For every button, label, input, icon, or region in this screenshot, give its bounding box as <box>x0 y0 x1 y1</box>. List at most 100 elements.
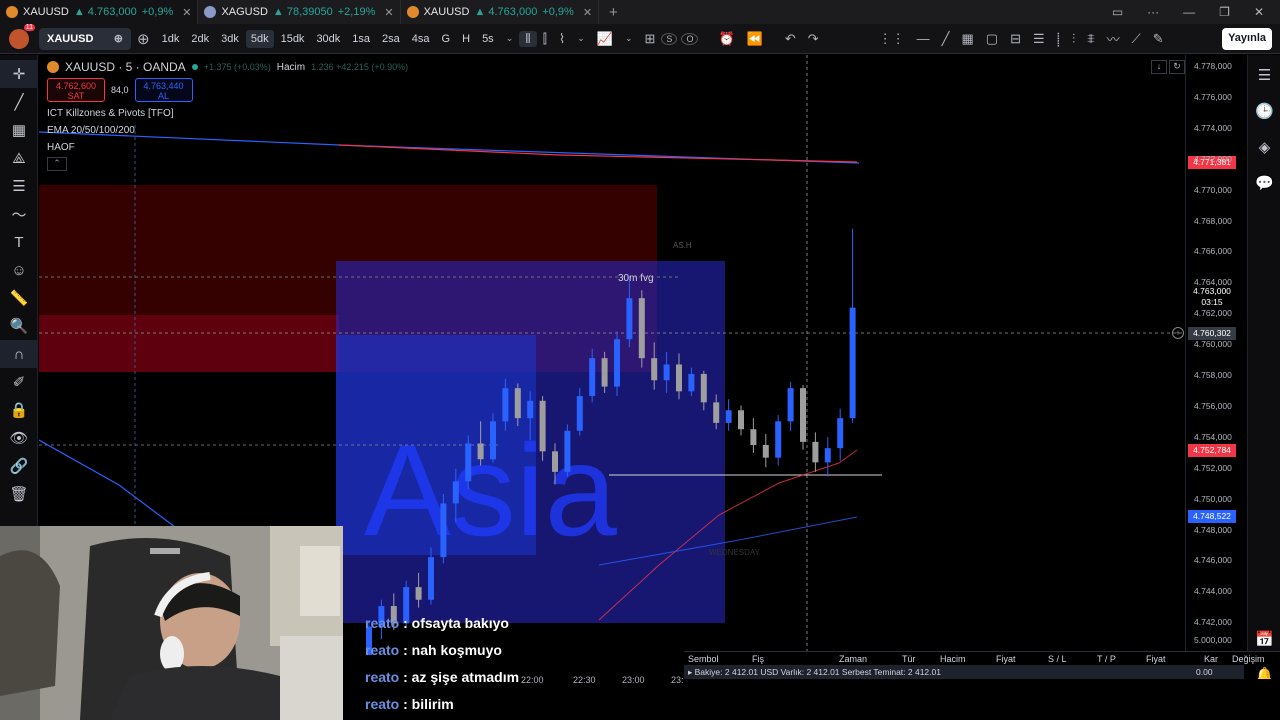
close-tab-icon[interactable]: ✕ <box>583 6 592 19</box>
header-volume[interactable]: Hacim <box>940 654 966 664</box>
collapse-legend-icon[interactable]: ⌃ <box>47 157 67 171</box>
vertical-line-icon[interactable]: ⸽ <box>1051 30 1066 48</box>
chevron-down-icon[interactable]: ⌄ <box>619 33 639 44</box>
alerts-clock-icon[interactable]: 🕒 <box>1248 93 1280 129</box>
crosshair-plus-icon[interactable]: + <box>1172 327 1184 339</box>
header-time[interactable]: Zaman <box>839 654 867 664</box>
trash-icon[interactable]: 🗑 <box>0 480 38 508</box>
line-chart-type-icon[interactable]: ⌇ <box>553 31 571 47</box>
grid-icon[interactable]: ▦ <box>955 31 979 47</box>
pattern-icon[interactable]: ⟁ <box>0 144 38 172</box>
layers-icon[interactable]: ◈ <box>1248 129 1280 165</box>
close-tab-icon[interactable]: ✕ <box>384 6 393 19</box>
header-sl[interactable]: S / L <box>1048 654 1067 664</box>
header-type[interactable]: Tür <box>902 654 916 664</box>
timeframe-h[interactable]: H <box>457 30 475 48</box>
path-icon[interactable]: 〰 <box>1101 29 1126 48</box>
header-tp[interactable]: T / P <box>1097 654 1116 664</box>
fib-icon[interactable]: ⊟ <box>1004 31 1027 47</box>
chat-icon[interactable]: 💬 <box>1248 165 1280 201</box>
lock-icon[interactable]: 🔒 <box>0 396 38 424</box>
close-window-icon[interactable]: ✕ <box>1254 5 1264 19</box>
price-axis[interactable]: 4.771,381 4.763,000 03:15 4.760,302 4.75… <box>1185 55 1247 655</box>
scroll-to-latest-icon[interactable]: ↓ <box>1151 60 1167 74</box>
crosshair-icon[interactable]: ✛ <box>0 60 38 88</box>
more-icon[interactable]: ··· <box>1147 5 1159 19</box>
alert-icon[interactable]: ⏰ <box>712 31 740 47</box>
draw-mode-icon[interactable]: ✐ <box>0 368 38 396</box>
prediction-icon[interactable]: ☰ <box>0 172 38 200</box>
header-symbol[interactable]: Sembol <box>688 654 719 664</box>
timeframe-3dk[interactable]: 3dk <box>216 30 244 48</box>
timeframe-5dk[interactable]: 5dk <box>245 29 274 48</box>
header-profit[interactable]: Kar <box>1204 654 1218 664</box>
timeframe-4sa[interactable]: 4sa <box>407 30 435 48</box>
indicator-ema[interactable]: EMA 20/50/100/200 <box>47 125 408 136</box>
sell-button[interactable]: 4.762,600 SAT <box>47 78 105 102</box>
fib-grid-icon[interactable]: ▦ <box>0 116 38 144</box>
browser-tab-xagusd[interactable]: XAGUSD ▲ 78,39050 +2,19% ✕ <box>198 0 401 24</box>
horizontal-line-icon[interactable]: — <box>911 31 936 46</box>
header-change[interactable]: Değişim <box>1232 654 1265 664</box>
magnet-icon[interactable]: ∩ <box>0 340 38 368</box>
chevron-down-icon[interactable]: ⌄ <box>571 33 591 44</box>
s-toggle-button[interactable]: S <box>661 32 678 45</box>
indicator-ict-killzones[interactable]: ICT Killzones & Pivots [TFO] <box>47 108 408 119</box>
emoji-icon[interactable]: ☺ <box>0 256 38 284</box>
redo-icon[interactable]: ↷ <box>802 31 825 47</box>
pitchfork-icon[interactable]: ⫶ <box>1066 31 1081 47</box>
compare-symbol-icon[interactable]: ⊕ <box>114 32 123 45</box>
reset-chart-icon[interactable]: ↻ <box>1169 60 1185 74</box>
legend-title[interactable]: XAUUSD · 5 · OANDA <box>65 60 186 74</box>
expand-icon[interactable]: ▸ <box>688 667 695 677</box>
timeframe-1sa[interactable]: 1sa <box>347 30 375 48</box>
measure-icon[interactable]: 📏 <box>0 284 38 312</box>
timeframe-g[interactable]: G <box>437 30 456 48</box>
text-icon[interactable]: T <box>0 228 38 256</box>
avatar[interactable]: 11 <box>9 23 35 49</box>
link-icon[interactable]: 🔗 <box>0 452 38 480</box>
header-price[interactable]: Fiyat <box>996 654 1016 664</box>
candles-chart-type-icon[interactable]: ⫴ <box>519 30 537 47</box>
rectangle-icon[interactable]: ▢ <box>980 31 1004 47</box>
bars-chart-type-icon[interactable]: ⫿ <box>537 31 553 47</box>
header-ticket[interactable]: Fiş <box>752 654 764 664</box>
undo-icon[interactable]: ↶ <box>779 31 802 47</box>
parallel-channel-icon[interactable]: ⩨ <box>1081 31 1100 47</box>
timeframe-2sa[interactable]: 2sa <box>377 30 405 48</box>
timeframe-30dk[interactable]: 30dk <box>311 30 345 48</box>
watchlist-icon[interactable]: ☰ <box>1248 57 1280 93</box>
buy-button[interactable]: 4.763,440 AL <box>134 78 193 102</box>
eye-icon[interactable]: 👁 <box>0 424 38 452</box>
replay-icon[interactable]: ⏪ <box>741 31 769 47</box>
publish-button[interactable]: Yayınla <box>1222 28 1272 50</box>
volume-label[interactable]: Hacim <box>277 62 305 73</box>
add-symbol-icon[interactable]: ⊕ <box>131 30 156 48</box>
timeframe-15dk[interactable]: 15dk <box>276 30 310 48</box>
drawing-toolbar-handle-icon[interactable]: ⋮⋮ <box>873 31 911 47</box>
brush-icon[interactable]: 〜 <box>0 200 38 228</box>
browser-tab-xauusd-2[interactable]: XAUUSD ▲ 4.763,000 +0,9% ✕ <box>401 0 600 24</box>
header-price-2[interactable]: Fiyat <box>1146 654 1166 664</box>
timeframe-2dk[interactable]: 2dk <box>186 30 214 48</box>
lines-icon[interactable]: ☰ <box>1027 31 1051 47</box>
timeframe-1dk[interactable]: 1dk <box>157 30 185 48</box>
ruler-icon[interactable]: ⟋ <box>1126 31 1147 47</box>
maximize-icon[interactable]: ❐ <box>1219 5 1230 19</box>
indicators-icon[interactable]: 📈 <box>591 31 619 47</box>
indicator-haof[interactable]: HAOF <box>47 142 408 153</box>
symbol-search[interactable]: XAUUSD ⊕ <box>39 27 131 50</box>
trend-line-icon[interactable]: ╱ <box>0 88 38 116</box>
minimize-icon[interactable]: — <box>1183 5 1195 19</box>
new-tab-icon[interactable]: + <box>609 4 618 21</box>
trend-line-icon[interactable]: ╱ <box>936 31 956 47</box>
devices-icon[interactable]: ▭ <box>1112 5 1123 19</box>
o-toggle-button[interactable]: O <box>681 32 699 45</box>
close-tab-icon[interactable]: ✕ <box>182 6 191 19</box>
templates-icon[interactable]: ⊞ <box>639 31 662 47</box>
chevron-down-icon[interactable]: ⌄ <box>500 33 520 44</box>
timeframe-5s[interactable]: 5s <box>477 30 499 48</box>
zoom-icon[interactable]: 🔍 <box>0 312 38 340</box>
brush-icon[interactable]: ✎ <box>1147 31 1170 47</box>
browser-tab-xauusd[interactable]: XAUUSD ▲ 4.763,000 +0,9% ✕ <box>0 0 199 24</box>
